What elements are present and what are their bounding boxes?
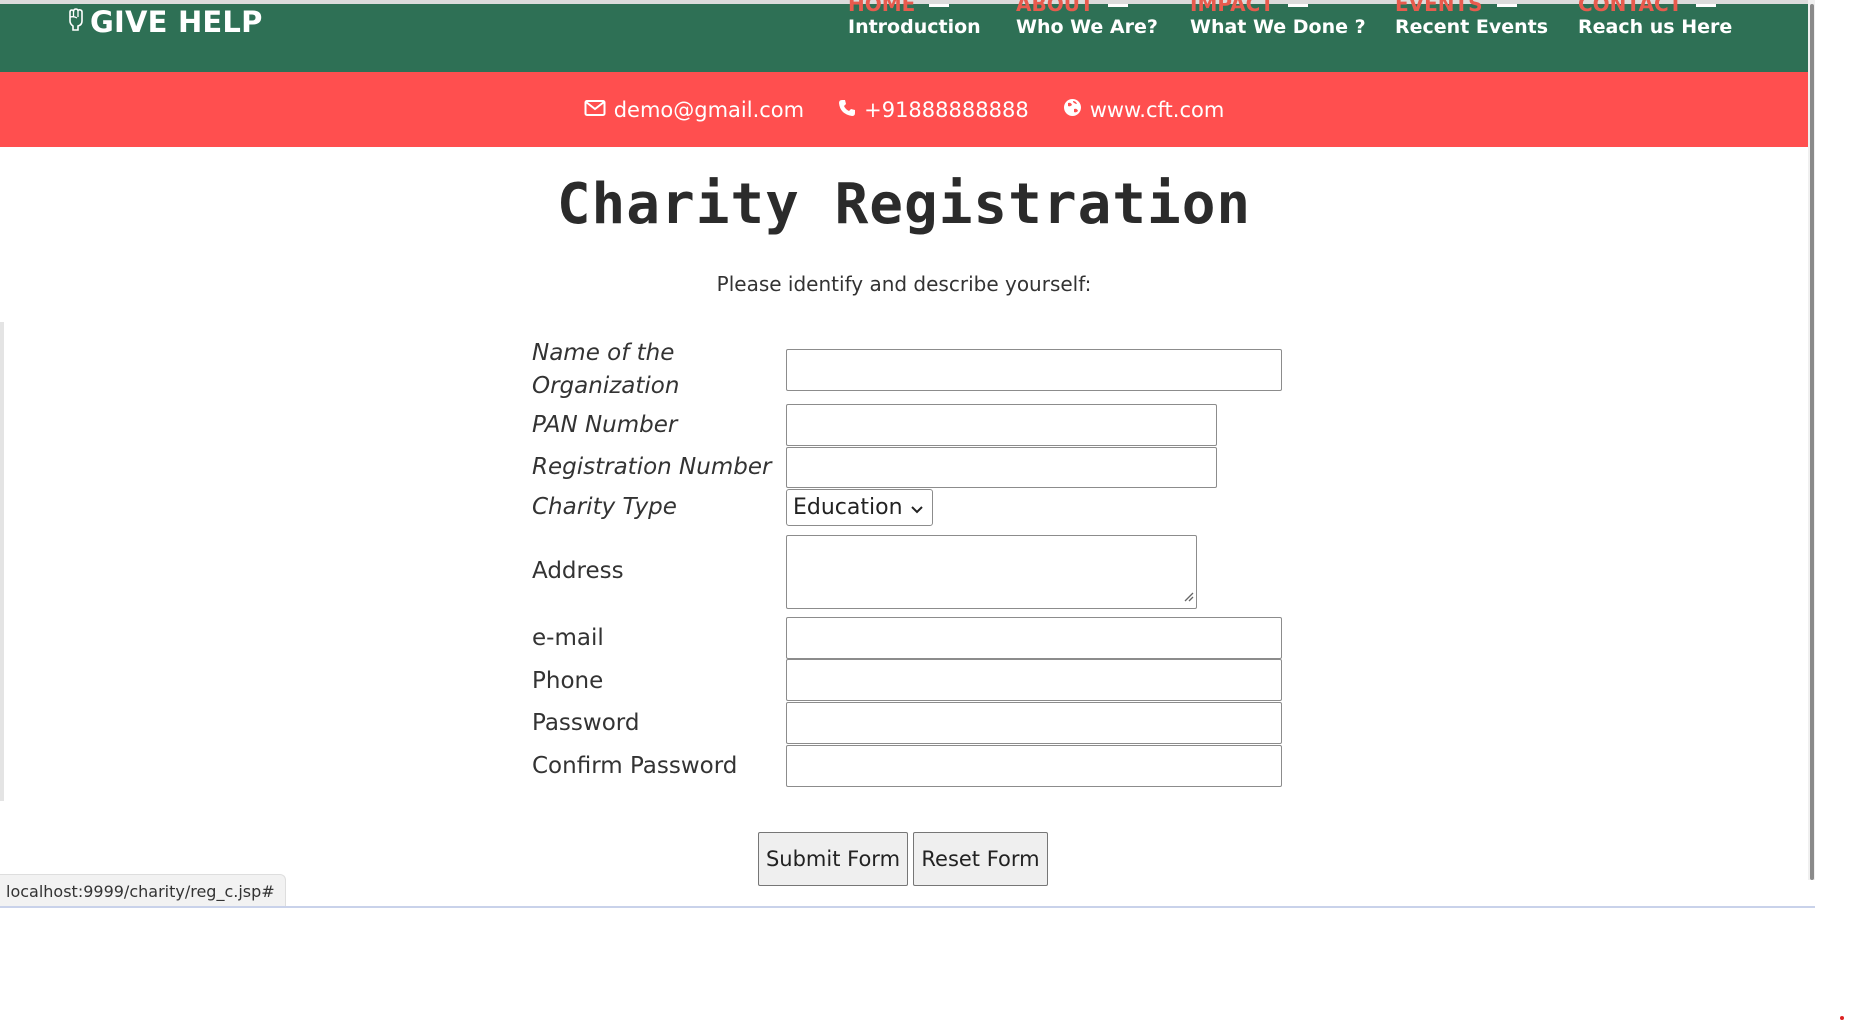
nav-item-sub-label: Who We Are? — [1016, 16, 1158, 38]
label-password: Password — [532, 710, 640, 736]
nav-item-sub-label: What We Done ? — [1190, 16, 1366, 38]
vertical-scrollbar-thumb[interactable] — [1810, 4, 1814, 880]
address-textarea[interactable] — [786, 535, 1197, 609]
envelope-icon — [584, 98, 614, 122]
label-registration-number: Registration Number — [532, 454, 772, 480]
password-input[interactable] — [786, 702, 1282, 744]
phone-input[interactable] — [786, 659, 1282, 701]
browser-viewport: GIVE HELP HOME Introduction ABOUT Who We… — [0, 0, 1815, 907]
brand-logo[interactable]: GIVE HELP — [66, 4, 263, 40]
page-title: Charity Registration — [556, 172, 1252, 237]
registration-number-input[interactable] — [786, 447, 1217, 488]
contact-phone-text: +91888888888 — [864, 97, 1029, 122]
nav-item-top-label: IMPACT — [1190, 0, 1308, 16]
email-input[interactable] — [786, 617, 1282, 659]
label-email: e-mail — [532, 625, 604, 651]
confirm-password-input[interactable] — [786, 745, 1282, 787]
contact-website[interactable]: www.cft.com — [1063, 97, 1225, 122]
navbar: GIVE HELP HOME Introduction ABOUT Who We… — [0, 0, 1808, 72]
left-edge-border — [0, 322, 4, 801]
chevron-down-icon — [910, 499, 924, 524]
label-pan-number: PAN Number — [532, 412, 678, 438]
status-bar-url: localhost:9999/charity/reg_c.jsp# — [0, 874, 286, 907]
nav-item-sub-label: Reach us Here — [1578, 16, 1733, 38]
pan-number-input[interactable] — [786, 404, 1217, 446]
nav-item-top-label: EVENTS — [1395, 0, 1517, 16]
contact-website-text: www.cft.com — [1089, 97, 1225, 122]
contact-email-text: demo@gmail.com — [613, 97, 805, 122]
corner-dot — [1840, 1016, 1844, 1020]
raised-fist-icon — [66, 5, 90, 39]
charity-type-selected-value: Education — [793, 495, 903, 520]
reset-form-button[interactable]: Reset Form — [913, 832, 1048, 886]
nav-item-top-label: ABOUT — [1016, 0, 1128, 16]
label-confirm-password: Confirm Password — [532, 753, 738, 779]
nav-item-sub-label: Introduction — [848, 16, 981, 38]
nav-item-top-label: HOME — [848, 0, 950, 16]
label-address: Address — [532, 558, 624, 584]
nav-item-sub-label: Recent Events — [1395, 16, 1549, 38]
nav-item-top-label: CONTACT — [1578, 0, 1717, 16]
resize-grip-icon[interactable] — [1182, 587, 1194, 606]
label-org-name-line1: Name of the — [532, 340, 675, 366]
submit-form-button[interactable]: Submit Form — [758, 832, 908, 886]
label-phone: Phone — [532, 668, 604, 694]
contact-phone[interactable]: +91888888888 — [838, 98, 1029, 122]
org-name-input[interactable] — [786, 349, 1282, 391]
phone-icon — [838, 98, 864, 122]
charity-type-select[interactable]: Education — [786, 489, 933, 526]
label-org-name-line2: Organization — [532, 373, 680, 399]
label-charity-type: Charity Type — [532, 494, 677, 520]
page-subtitle: Please identify and describe yourself: — [716, 272, 1092, 296]
viewport-bottom-border — [0, 906, 1815, 908]
contact-email[interactable]: demo@gmail.com — [584, 98, 804, 122]
brand-name: GIVE HELP — [90, 5, 263, 39]
contact-info-bar: demo@gmail.com +91888888888 www.cft.com — [0, 72, 1808, 147]
globe-icon — [1063, 98, 1090, 122]
